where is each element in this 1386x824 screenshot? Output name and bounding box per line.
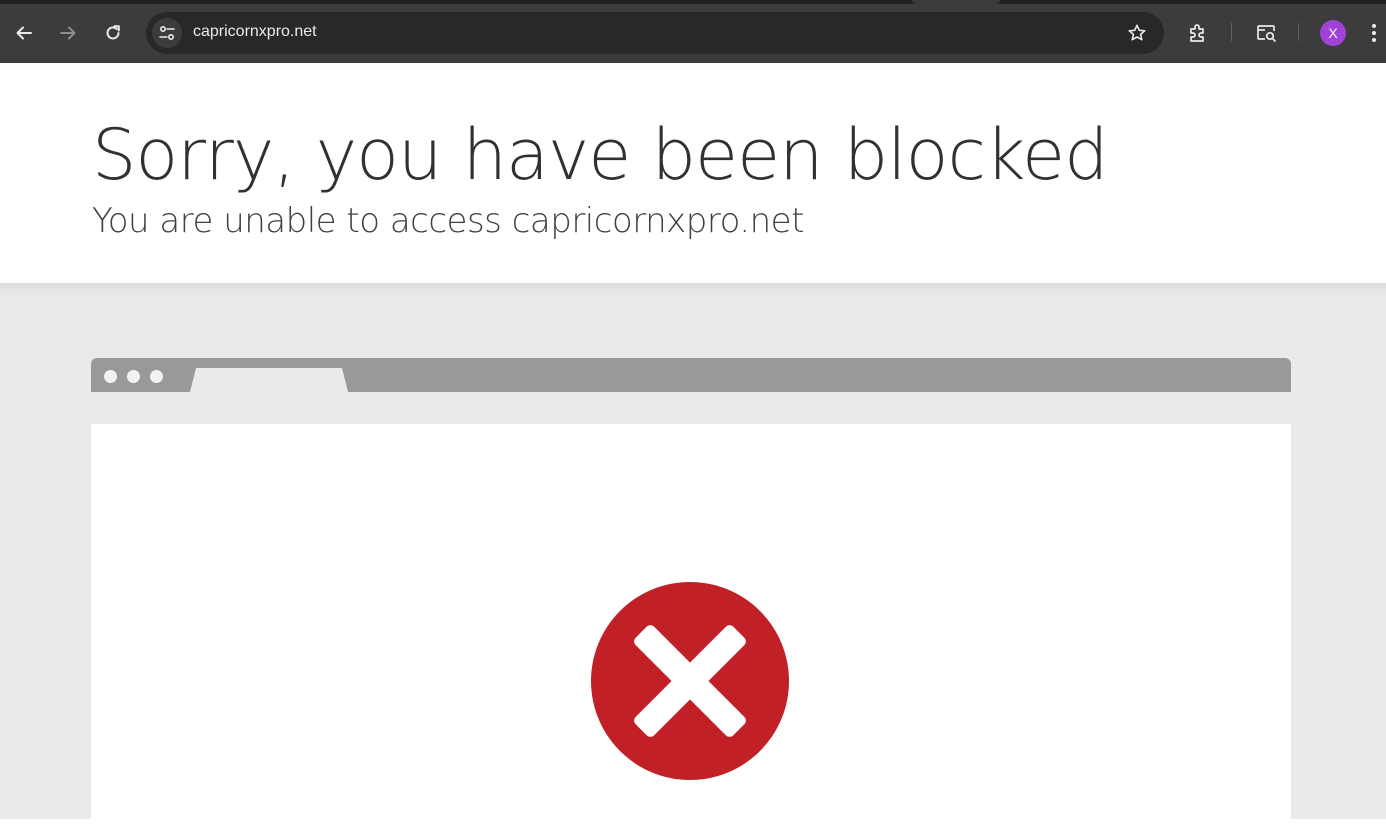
profile-avatar[interactable]: X (1320, 20, 1346, 46)
extensions-button[interactable] (1182, 17, 1214, 49)
reload-button[interactable] (97, 17, 129, 49)
header-shadow (0, 283, 1386, 297)
star-icon (1128, 24, 1146, 41)
tab-search-icon (1257, 25, 1276, 42)
forward-button[interactable] (52, 17, 84, 49)
tab-search-button[interactable] (1250, 17, 1282, 49)
browser-illustration-tab (190, 368, 348, 392)
error-x-circle-icon (591, 582, 789, 780)
back-button[interactable] (8, 17, 40, 49)
url-text[interactable]: capricornxpro.net (193, 23, 317, 41)
site-info-icon (159, 25, 175, 41)
bookmark-button[interactable] (1126, 22, 1148, 44)
extensions-icon (1190, 24, 1204, 42)
page-title: Sorry, you have been blocked (92, 114, 1109, 196)
browser-menu-button[interactable] (1362, 17, 1386, 49)
window-dot (104, 370, 117, 383)
block-page-header: Sorry, you have been blocked You are una… (0, 63, 1386, 283)
reload-icon (106, 25, 120, 40)
toolbar-separator (1298, 23, 1299, 41)
toolbar-separator (1231, 23, 1232, 41)
browser-toolbar: capricornxpro.net X (0, 0, 1386, 63)
window-dot (127, 370, 140, 383)
more-vert-icon (1372, 24, 1376, 42)
back-arrow-icon (16, 26, 32, 40)
active-tab-edge[interactable] (912, 0, 1000, 4)
address-bar[interactable]: capricornxpro.net (146, 12, 1164, 54)
tab-strip (0, 0, 1386, 4)
forward-arrow-icon (60, 26, 76, 40)
site-info-button[interactable] (152, 18, 182, 48)
page-subtitle: You are unable to access capricornxpro.n… (92, 201, 804, 241)
window-dot (150, 370, 163, 383)
